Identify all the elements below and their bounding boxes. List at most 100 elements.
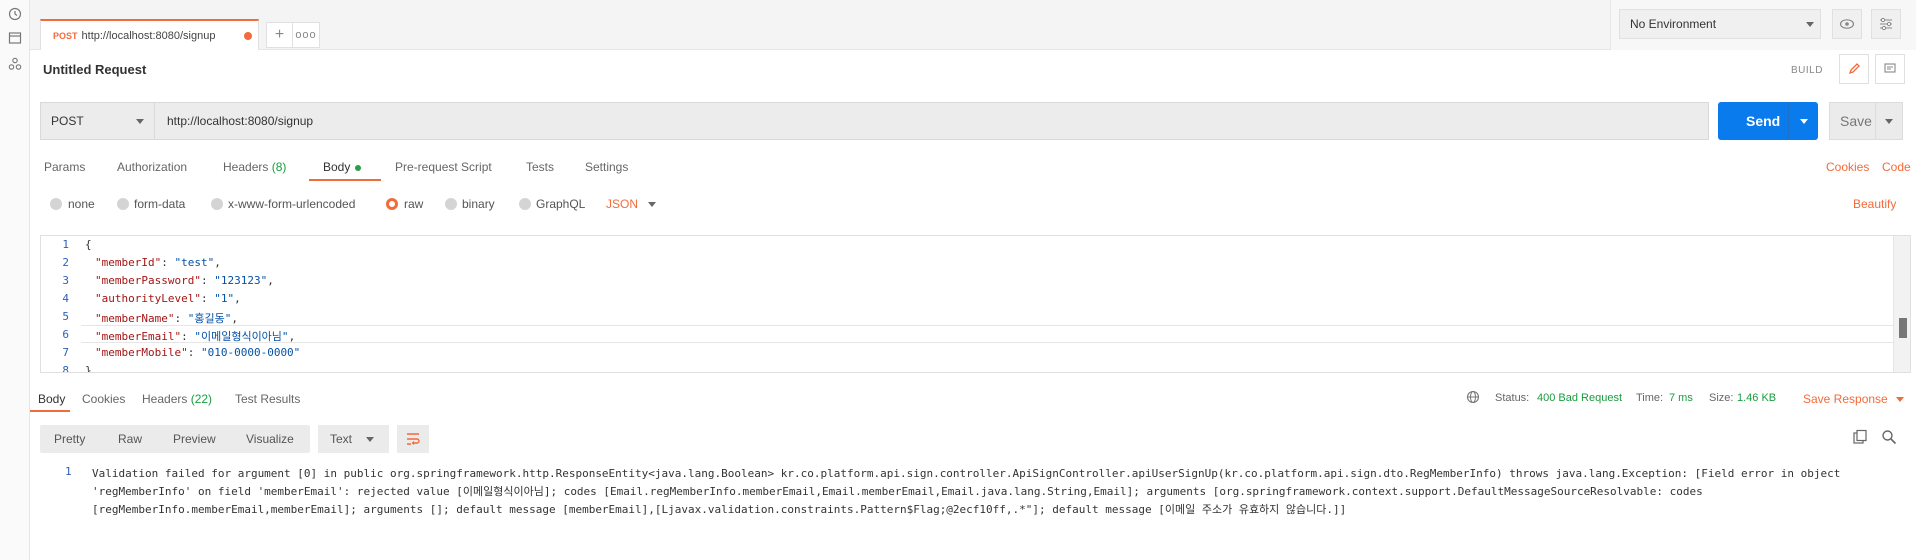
tab-prerequest-script[interactable]: Pre-request Script <box>395 160 492 174</box>
code-link[interactable]: Code <box>1882 160 1911 174</box>
url-input[interactable]: http://localhost:8080/signup <box>167 114 313 128</box>
comment-icon <box>1884 63 1896 73</box>
json-colon: : <box>187 346 201 359</box>
tab-url: http://localhost:8080/signup <box>81 29 216 42</box>
json-key: "memberEmail" <box>95 330 182 343</box>
pencil-icon <box>1848 63 1860 75</box>
editor-line-number: 2 <box>62 256 69 269</box>
json-key: "memberId" <box>95 256 162 269</box>
new-tab-button[interactable]: + <box>266 22 293 48</box>
editor-line-number: 7 <box>62 346 69 359</box>
json-comma: , <box>234 292 241 305</box>
response-tab-body[interactable]: Body <box>38 392 65 406</box>
beautify-link[interactable]: Beautify <box>1853 197 1896 211</box>
json-value: "123123" <box>214 274 268 287</box>
edit-button[interactable] <box>1839 54 1869 84</box>
json-value: "010-0000-0000" <box>200 346 301 359</box>
view-type-select[interactable]: Text <box>318 425 389 453</box>
body-editor[interactable]: 1 {2 "memberId": "test", 3 "memberPassword":… <box>40 235 1911 373</box>
radio-graphql-label: GraphQL <box>536 197 586 211</box>
format-raw[interactable]: Raw <box>118 432 142 446</box>
response-tab-test-results[interactable]: Test Results <box>235 392 300 406</box>
tab-headers[interactable]: Headers (8) <box>223 160 286 174</box>
json-brace: { <box>85 238 92 251</box>
json-value: "홍길동" <box>187 312 232 325</box>
response-tab-cookies[interactable]: Cookies <box>82 392 125 406</box>
format-visualize[interactable]: Visualize <box>246 432 294 446</box>
tab-params[interactable]: Params <box>44 160 85 174</box>
chevron-down-icon <box>136 119 144 124</box>
radio-binary-label: binary <box>462 197 495 211</box>
json-colon: : <box>200 292 215 305</box>
sliders-icon <box>1880 17 1892 31</box>
left-rail <box>0 0 30 560</box>
chevron-down-icon <box>1896 397 1904 402</box>
tab-authorization[interactable]: Authorization <box>117 160 187 174</box>
save-options-button[interactable] <box>1875 102 1903 140</box>
format-preview[interactable]: Preview <box>173 432 216 446</box>
build-label: BUILD <box>1791 65 1823 76</box>
editor-code-line: "memberPassword": "123123", <box>95 274 274 287</box>
json-key: "memberPassword" <box>95 274 201 287</box>
time-value: 7 ms <box>1669 392 1693 404</box>
editor-line-number: 1 <box>62 238 69 251</box>
environment-quick-look-button[interactable] <box>1832 9 1862 39</box>
radio-graphql[interactable] <box>519 198 531 210</box>
url-bar: POST http://localhost:8080/signup <box>40 102 1709 140</box>
search-icon[interactable] <box>1881 429 1897 448</box>
editor-line-number: 5 <box>62 310 69 323</box>
apis-icon[interactable] <box>7 56 23 72</box>
json-brace: } <box>85 364 92 373</box>
radio-none[interactable] <box>50 198 62 210</box>
json-colon: : <box>181 330 195 343</box>
editor-code-line: } <box>85 364 92 373</box>
request-title[interactable]: Untitled Request <box>43 62 146 77</box>
time-label: Time: <box>1636 392 1664 404</box>
tab-body[interactable]: Body <box>323 160 362 174</box>
editor-line-number: 4 <box>62 292 69 305</box>
copy-icon[interactable] <box>1852 429 1868 448</box>
format-pretty[interactable]: Pretty <box>54 432 85 446</box>
format-select[interactable]: JSON <box>606 197 638 211</box>
tab-method: POST <box>53 30 78 41</box>
editor-line-number: 6 <box>62 328 69 341</box>
environment-select[interactable]: No Environment <box>1619 9 1821 39</box>
radio-binary[interactable] <box>445 198 457 210</box>
editor-scrollbar[interactable] <box>1893 236 1910 372</box>
radio-raw[interactable] <box>386 198 398 210</box>
chevron-down-icon <box>1799 118 1808 124</box>
chevron-down-icon <box>366 437 374 442</box>
save-response-button[interactable]: Save Response <box>1803 392 1888 406</box>
manage-environments-button[interactable] <box>1871 9 1901 39</box>
tab-settings[interactable]: Settings <box>585 160 628 174</box>
environment-selected: No Environment <box>1630 17 1717 31</box>
collections-icon[interactable] <box>7 30 23 46</box>
comments-button[interactable] <box>1875 54 1905 84</box>
editor-scrollbar-thumb[interactable] <box>1899 318 1907 338</box>
history-icon[interactable] <box>7 6 23 22</box>
response-body-text[interactable]: Validation failed for argument [0] in pu… <box>92 465 1892 519</box>
radio-urlencoded-label: x-www-form-urlencoded <box>228 197 356 211</box>
radio-raw-label: raw <box>404 197 424 211</box>
method-select[interactable]: POST <box>41 103 155 139</box>
response-format-group: Pretty Raw Preview Visualize <box>40 425 310 453</box>
view-type-value: Text <box>330 432 353 446</box>
wrap-lines-button[interactable] <box>397 425 429 453</box>
globe-icon[interactable] <box>1466 390 1480 407</box>
tab-tests[interactable]: Tests <box>526 160 554 174</box>
radio-form-data[interactable] <box>117 198 129 210</box>
json-key: "authorityLevel" <box>95 292 201 305</box>
request-tab[interactable]: POST http://localhost:8080/signup <box>40 19 259 50</box>
cookies-link[interactable]: Cookies <box>1826 160 1869 174</box>
response-headers-label: Headers <box>142 392 188 406</box>
json-comma: , <box>288 330 296 343</box>
json-comma: , <box>267 274 274 287</box>
environment-bar: No Environment <box>1610 0 1916 50</box>
status-value: 400 Bad Request <box>1537 392 1623 404</box>
response-tab-headers[interactable]: Headers (22) <box>142 392 212 406</box>
tab-options-button[interactable]: ooo <box>293 22 320 48</box>
chevron-down-icon <box>1806 22 1814 27</box>
send-options-button[interactable] <box>1788 102 1818 140</box>
radio-urlencoded[interactable] <box>211 198 223 210</box>
json-value: "1" <box>214 292 235 305</box>
